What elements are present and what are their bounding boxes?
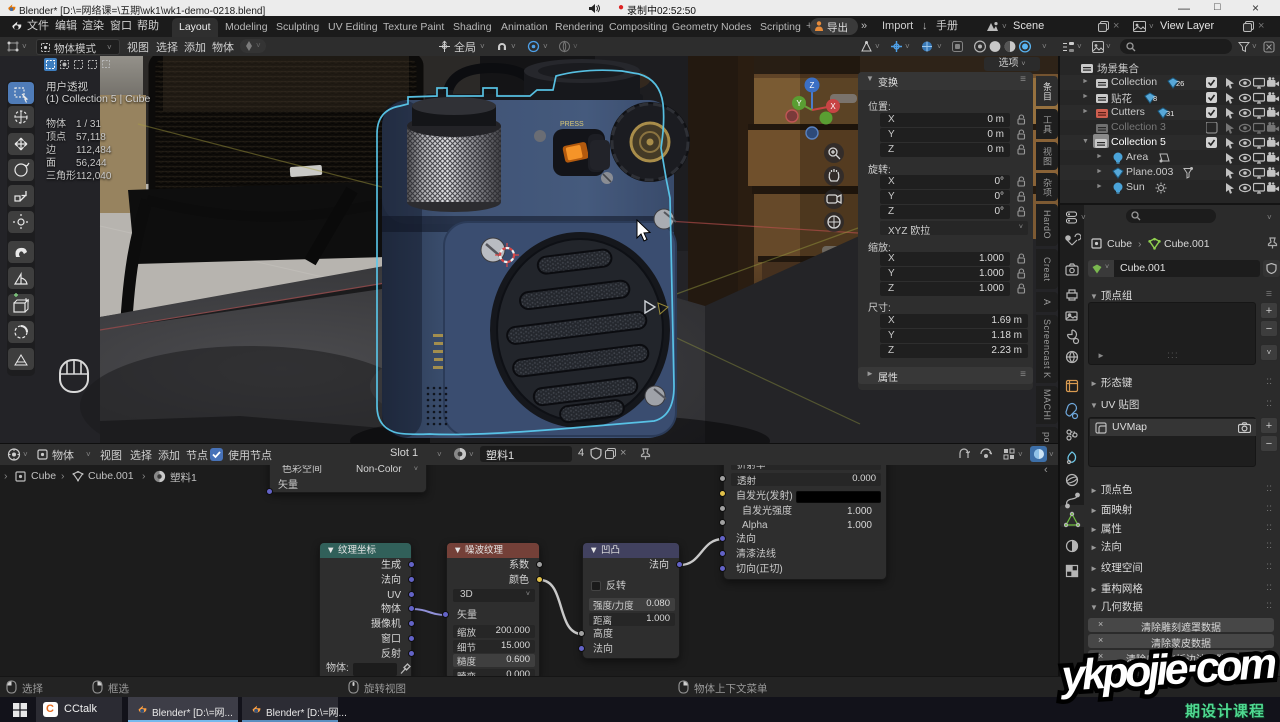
svg-text:Z: Z bbox=[810, 81, 815, 90]
svg-text:Y: Y bbox=[796, 99, 802, 108]
svg-text:X: X bbox=[830, 102, 836, 111]
svg-text:PRESS: PRESS bbox=[560, 121, 584, 128]
